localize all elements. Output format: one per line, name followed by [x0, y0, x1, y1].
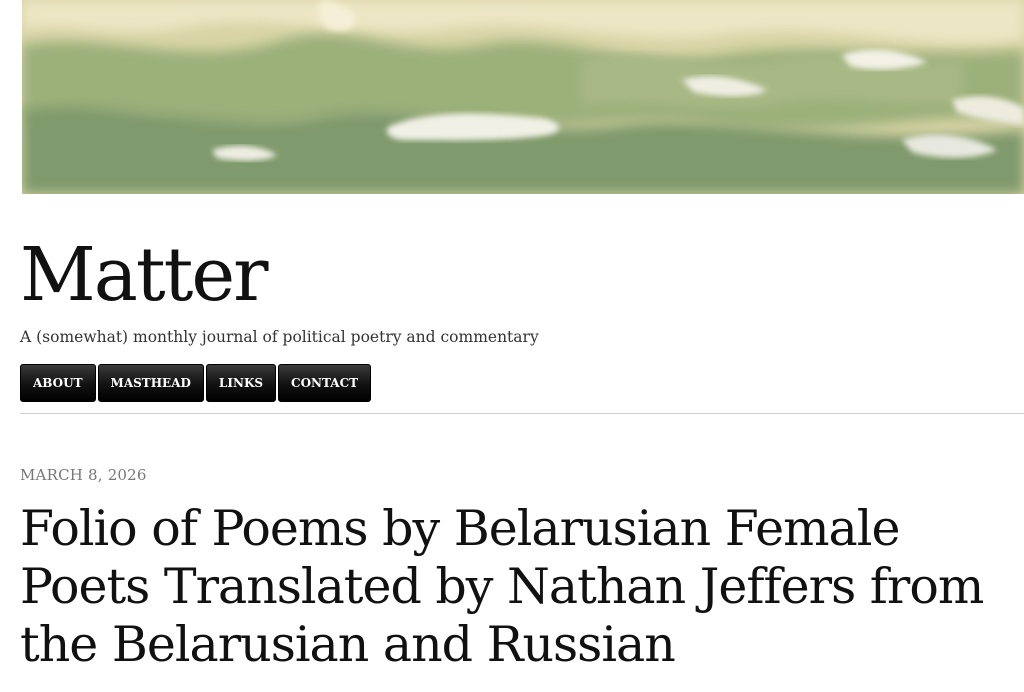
- site-tagline: A (somewhat) monthly journal of politica…: [20, 328, 539, 346]
- nav-links-button[interactable]: LINKS: [205, 364, 277, 402]
- nav-about-button[interactable]: ABOUT: [20, 364, 96, 402]
- site-title[interactable]: Matter: [20, 238, 269, 312]
- post-title[interactable]: Folio of Poems by Belarusian Female Poet…: [20, 500, 1020, 674]
- header-banner-image: [22, 0, 1024, 194]
- main-nav: ABOUT MASTHEAD LINKS CONTACT: [20, 364, 372, 402]
- post-date[interactable]: MARCH 8, 2026: [20, 466, 147, 484]
- nav-masthead-button[interactable]: MASTHEAD: [97, 364, 204, 402]
- nav-contact-button[interactable]: CONTACT: [278, 364, 372, 402]
- header-divider: [20, 413, 1024, 414]
